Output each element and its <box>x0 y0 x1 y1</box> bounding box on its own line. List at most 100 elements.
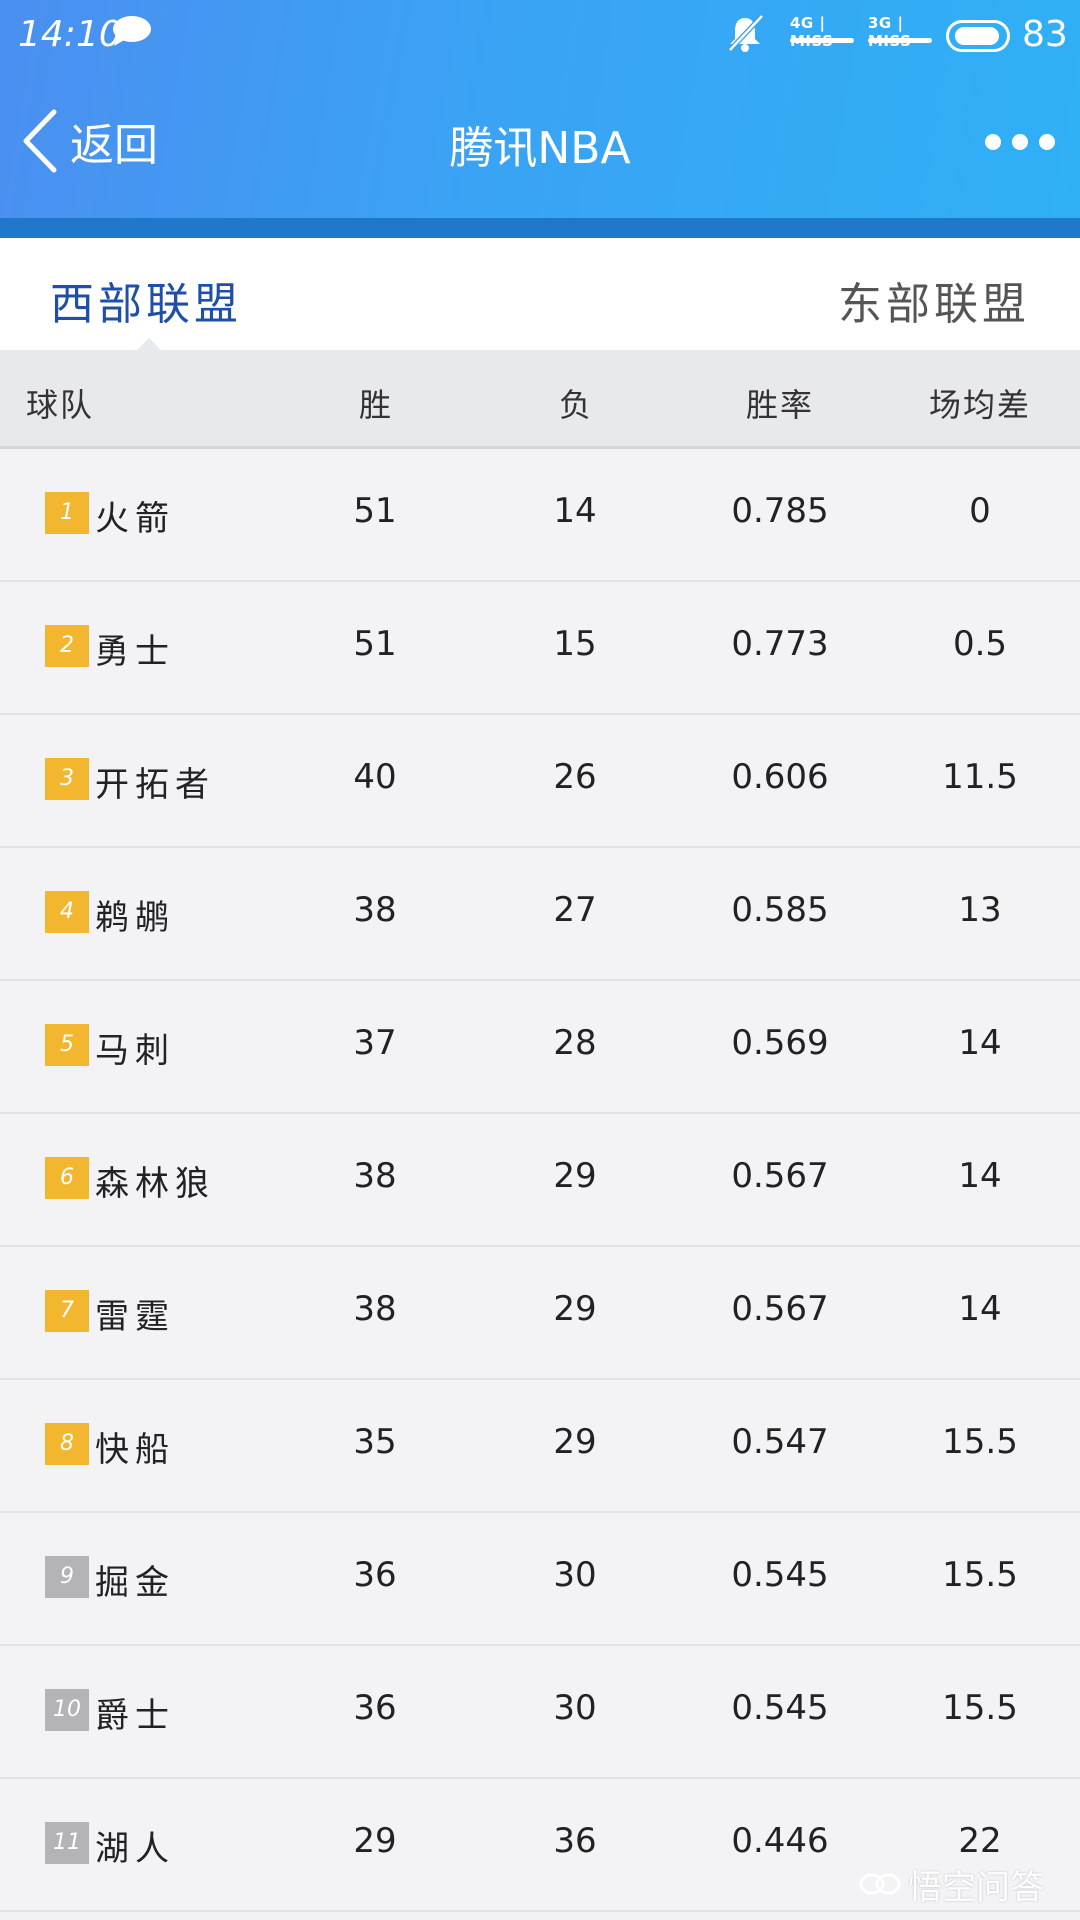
games-behind-value: 15.5 <box>942 1555 1018 1595</box>
chat-bubble-icon <box>113 16 151 46</box>
standings-table-header: 球队 胜 负 胜率 场均差 <box>0 350 1080 449</box>
rank-badge: 6 <box>45 1157 89 1199</box>
wins-value: 36 <box>353 1688 397 1728</box>
losses-value: 14 <box>553 491 597 531</box>
rank-badge: 7 <box>45 1290 89 1332</box>
wins-value: 38 <box>353 1156 397 1196</box>
more-dots-icon[interactable] <box>985 130 1055 154</box>
watermark-text: 悟空问答 <box>908 1867 1044 1908</box>
header-team: 球队 <box>26 386 95 424</box>
tab-western-conference[interactable]: 西部联盟 <box>50 268 242 332</box>
games-behind-value: 14 <box>958 1156 1002 1196</box>
win-pct-value: 0.606 <box>731 757 829 797</box>
win-pct-value: 0.567 <box>731 1289 829 1329</box>
wins-value: 37 <box>353 1023 397 1063</box>
status-time: 14:10 <box>18 14 122 55</box>
table-row[interactable]: 9 掘金 36 30 0.545 15.5 <box>0 1513 1080 1646</box>
conference-tabs: 西部联盟 东部联盟 <box>0 238 1080 350</box>
games-behind-value: 15.5 <box>942 1422 1018 1462</box>
team-name: 湖人 <box>95 1829 175 1869</box>
games-behind-value: 22 <box>958 1821 1002 1861</box>
win-pct-value: 0.785 <box>731 491 829 531</box>
rank-badge: 11 <box>45 1822 89 1864</box>
games-behind-value: 11.5 <box>942 757 1018 797</box>
back-button[interactable]: 返回 <box>20 105 180 177</box>
wins-value: 35 <box>353 1422 397 1462</box>
losses-value: 27 <box>553 890 597 930</box>
team-name: 森林狼 <box>95 1164 215 1204</box>
rank-badge: 3 <box>45 758 89 800</box>
team-name: 火箭 <box>95 499 175 539</box>
network-indicator-2: 3G | MISS <box>868 14 934 50</box>
rank-badge: 1 <box>45 492 89 534</box>
team-name: 开拓者 <box>95 765 215 805</box>
losses-value: 29 <box>553 1422 597 1462</box>
table-row[interactable]: 5 马刺 37 28 0.569 14 <box>0 981 1080 1114</box>
table-row[interactable]: 10 爵士 36 30 0.545 15.5 <box>0 1646 1080 1779</box>
tab-eastern-conference[interactable]: 东部联盟 <box>838 268 1030 332</box>
table-row[interactable]: 7 雷霆 38 29 0.567 14 <box>0 1247 1080 1380</box>
wins-value: 38 <box>353 890 397 930</box>
back-label: 返回 <box>70 120 158 171</box>
games-behind-value: 15.5 <box>942 1688 1018 1728</box>
page-title: 腾讯NBA <box>449 123 631 174</box>
losses-value: 28 <box>553 1023 597 1063</box>
win-pct-value: 0.585 <box>731 890 829 930</box>
losses-value: 29 <box>553 1289 597 1329</box>
network-indicator-1: 4G | MISS <box>790 14 856 50</box>
games-behind-value: 0 <box>969 491 991 531</box>
win-pct-value: 0.547 <box>731 1422 829 1462</box>
losses-value: 36 <box>553 1821 597 1861</box>
wins-value: 40 <box>353 757 397 797</box>
losses-value: 30 <box>553 1688 597 1728</box>
rank-badge: 10 <box>45 1689 89 1731</box>
header-wins: 胜 <box>358 386 393 424</box>
battery-icon <box>946 20 1010 52</box>
win-pct-value: 0.567 <box>731 1156 829 1196</box>
win-pct-value: 0.545 <box>731 1688 829 1728</box>
team-name: 马刺 <box>95 1031 175 1071</box>
table-row[interactable]: 8 快船 35 29 0.547 15.5 <box>0 1380 1080 1513</box>
team-name: 鹈鹕 <box>95 898 175 938</box>
games-behind-value: 14 <box>958 1289 1002 1329</box>
rank-badge: 8 <box>45 1423 89 1465</box>
team-name: 雷霆 <box>95 1297 175 1337</box>
header-games-behind: 场均差 <box>928 386 1031 424</box>
back-chevron-icon <box>23 109 57 173</box>
team-name: 快船 <box>95 1430 175 1470</box>
losses-value: 26 <box>553 757 597 797</box>
wins-value: 38 <box>353 1289 397 1329</box>
team-name: 爵士 <box>95 1696 175 1736</box>
win-pct-value: 0.773 <box>731 624 829 664</box>
games-behind-value: 14 <box>958 1023 1002 1063</box>
status-bar: 14:10 4G | MISS 3G | MISS 83 <box>0 0 1080 70</box>
losses-value: 15 <box>553 624 597 664</box>
bell-muted-icon <box>728 14 764 52</box>
table-row[interactable]: 1 火箭 51 14 0.785 0 <box>0 449 1080 582</box>
losses-value: 29 <box>553 1156 597 1196</box>
app-header: 14:10 4G | MISS 3G | MISS 83 返回 腾讯NBA <box>0 0 1080 218</box>
header-win-pct: 胜率 <box>745 386 814 424</box>
watermark: 悟空问答 <box>858 1860 1044 1908</box>
wins-value: 51 <box>353 491 397 531</box>
active-tab-pointer <box>137 338 161 350</box>
wins-value: 29 <box>353 1821 397 1861</box>
team-name: 掘金 <box>95 1563 175 1603</box>
rank-badge: 9 <box>45 1556 89 1598</box>
win-pct-value: 0.569 <box>731 1023 829 1063</box>
team-name: 勇士 <box>95 632 175 672</box>
games-behind-value: 0.5 <box>952 624 1008 664</box>
header-losses: 负 <box>558 386 593 424</box>
win-pct-value: 0.446 <box>731 1821 829 1861</box>
standings-list: 1 火箭 51 14 0.785 0 2 勇士 51 15 0.773 0.5 … <box>0 449 1080 1912</box>
win-pct-value: 0.545 <box>731 1555 829 1595</box>
table-row[interactable]: 2 勇士 51 15 0.773 0.5 <box>0 582 1080 715</box>
rank-badge: 5 <box>45 1024 89 1066</box>
losses-value: 30 <box>553 1555 597 1595</box>
table-row[interactable]: 3 开拓者 40 26 0.606 11.5 <box>0 715 1080 848</box>
games-behind-value: 13 <box>958 890 1002 930</box>
table-row[interactable]: 6 森林狼 38 29 0.567 14 <box>0 1114 1080 1247</box>
wukong-logo-icon <box>859 1873 901 1895</box>
table-row[interactable]: 4 鹈鹕 38 27 0.585 13 <box>0 848 1080 981</box>
wins-value: 51 <box>353 624 397 664</box>
